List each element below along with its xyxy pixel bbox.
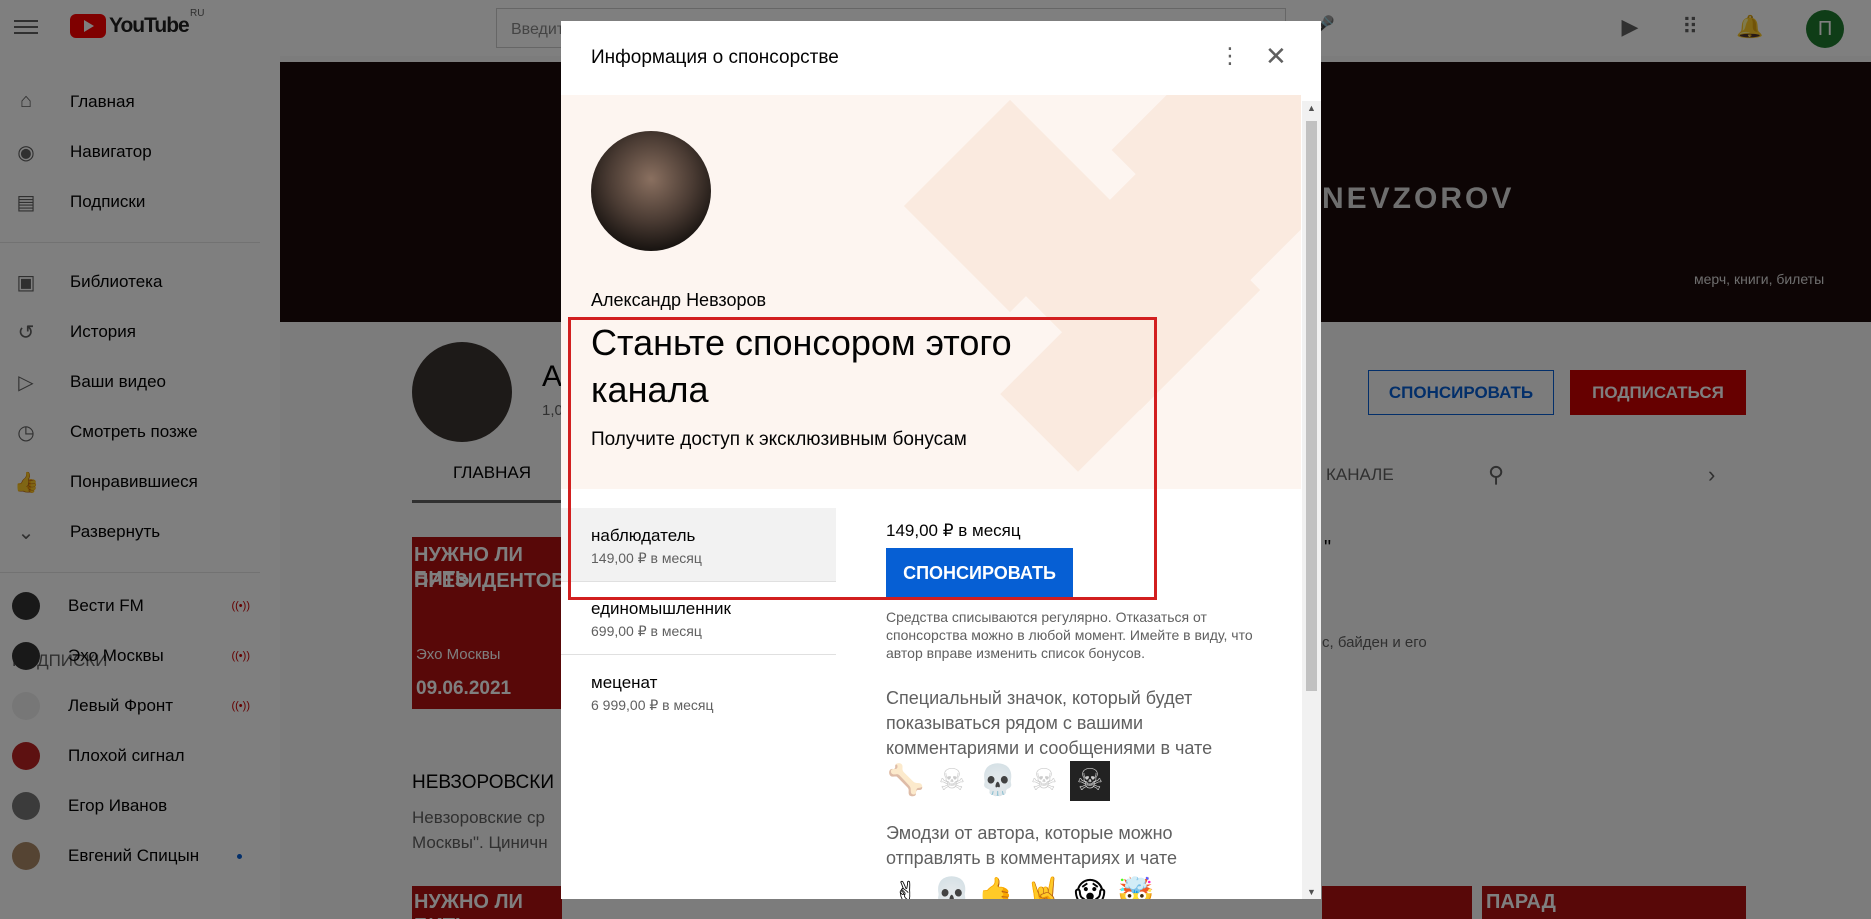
skull-crossbones-badge-icon: ☠ (1030, 764, 1058, 797)
screaming-face-emoji-icon: 😱 (1074, 877, 1106, 899)
dark-skull-badge-icon: ☠ (1070, 761, 1110, 801)
author-avatar (591, 131, 711, 251)
rock-hand-emoji-icon: 🤘 (1025, 877, 1063, 899)
scroll-up-arrow-icon[interactable]: ▲ (1307, 103, 1316, 113)
more-options-icon[interactable]: ⋮ (1219, 43, 1241, 69)
call-me-hand-emoji-icon: 🤙 (979, 877, 1017, 899)
emoji-perk-description: Эмодзи от автора, которые можно отправля… (886, 823, 1177, 868)
highlight-annotation (568, 317, 1157, 600)
dialog-title: Информация о спонсорстве (591, 47, 839, 68)
badge-perk-description: Специальный значок, который будет показы… (886, 688, 1213, 758)
skull-emoji-icon: 💀 (933, 877, 971, 899)
scroll-down-arrow-icon[interactable]: ▼ (1307, 887, 1316, 897)
tier-patron[interactable]: меценат 6 999,00 ₽ в месяц (561, 655, 836, 728)
badge-list: 🦴 ☠ 💀 ☠ ☠ (886, 761, 1110, 801)
victory-hand-emoji-icon: ✌ (893, 877, 919, 899)
scrollbar-thumb[interactable] (1306, 121, 1317, 691)
skull-badge-icon: 💀 (979, 764, 1017, 797)
crossbones-badge-icon: ☠ (938, 764, 966, 797)
emoji-list: ✌ 💀 🤙 🤘 😱 🤯 (886, 874, 1156, 899)
exploding-head-emoji-icon: 🤯 (1117, 877, 1155, 899)
bone-badge-icon: 🦴 (887, 764, 925, 797)
author-name: Александр Невзоров (591, 290, 767, 310)
close-icon[interactable]: ✕ (1265, 41, 1287, 72)
dialog-scrollbar[interactable]: ▲ ▼ (1302, 101, 1321, 899)
billing-note: Средства списываются регулярно. Отказать… (886, 609, 1253, 661)
